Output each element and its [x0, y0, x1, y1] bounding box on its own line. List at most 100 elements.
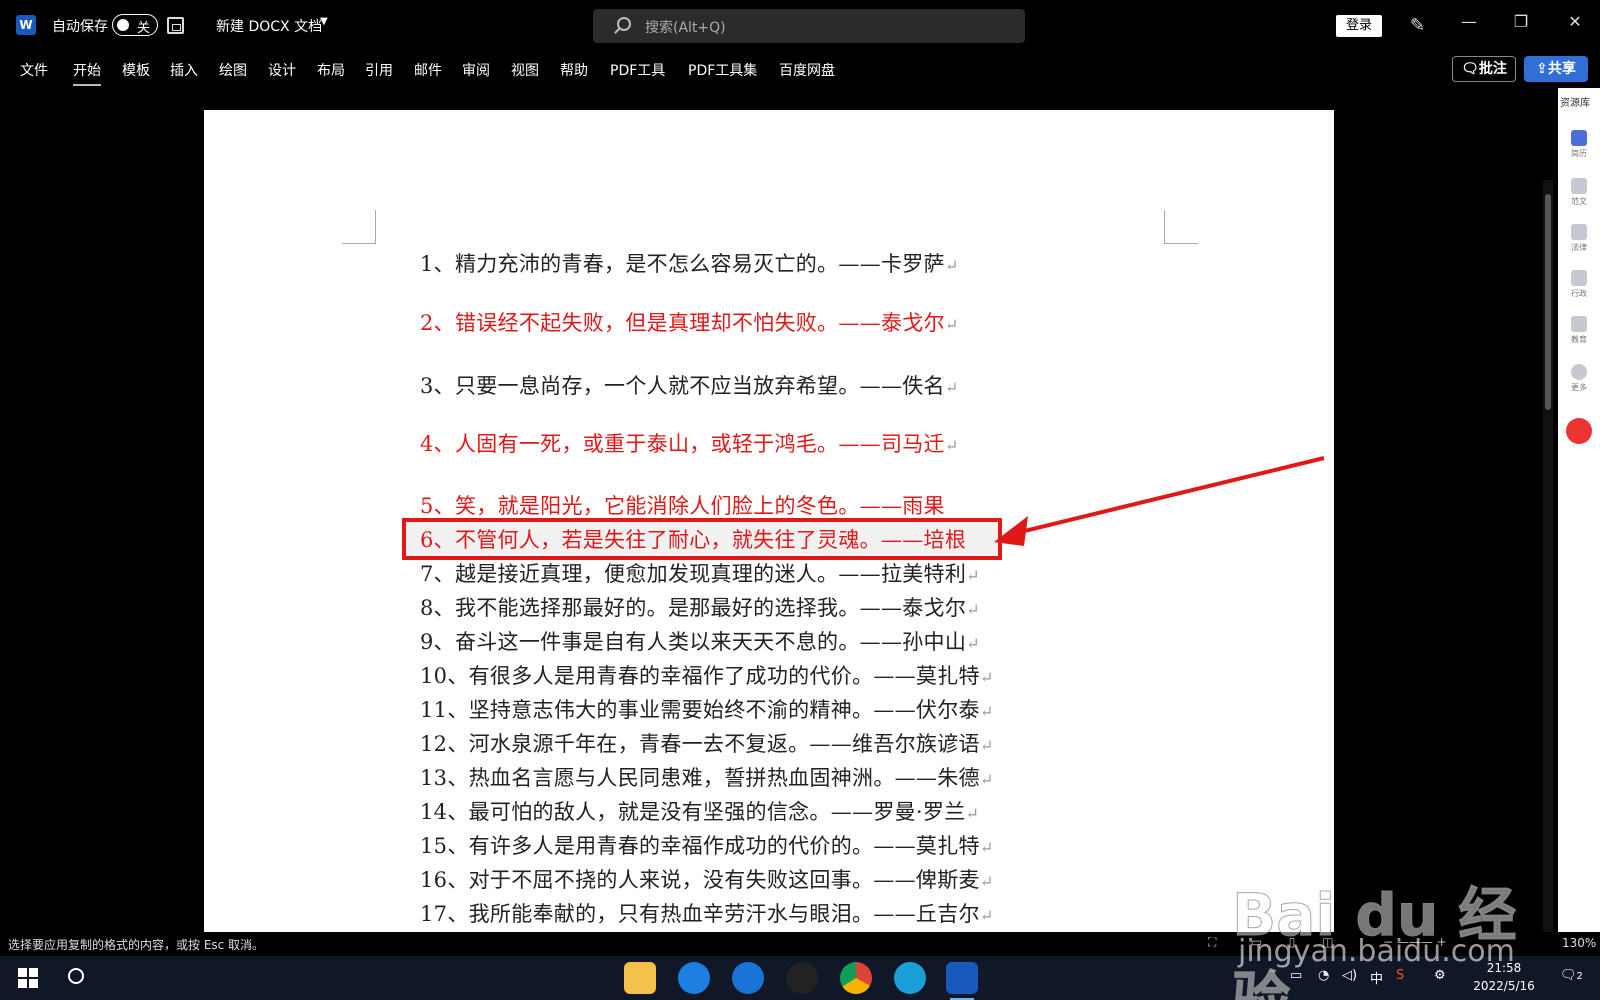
line-text: 13、热血名言愿与人民同患难，誓拼热血固神洲。——朱德 [420, 766, 980, 790]
paragraph-line[interactable]: 3、只要一息尚存，一个人就不应当放弃希望。——佚名↵ [420, 370, 959, 400]
paragraph-mark-icon: ↵ [979, 838, 994, 857]
save-icon[interactable] [167, 17, 184, 34]
word-taskbar-icon[interactable] [946, 962, 978, 1000]
law-icon [1571, 224, 1587, 240]
paragraph-line[interactable]: 15、有许多人是用青春的幸福作成功的代价的。——莫扎特↵ [420, 830, 994, 860]
sidebar-item-education[interactable]: 教育 [1568, 316, 1590, 345]
tab-layout[interactable]: 布局 [317, 60, 345, 80]
baidu-watermark: Bai du 经验 jingyan.baidu.com [1232, 828, 1532, 1000]
autosave-state: 关 [137, 21, 151, 36]
crop-mark [342, 210, 376, 244]
pen-icon[interactable]: ✎ [1410, 15, 1425, 36]
paragraph-line[interactable]: 7、越是接近真理，便愈加发现真理的迷人。——拉美特利↵ [420, 558, 980, 588]
sidebar-item-law[interactable]: 法律 [1568, 224, 1590, 253]
tab-references[interactable]: 引用 [365, 60, 393, 80]
more-icon [1571, 364, 1587, 380]
paragraph-line[interactable]: 17、我所能奉献的，只有热血辛劳汗水与眼泪。——丘吉尔↵ [420, 898, 994, 928]
scrollbar-thumb[interactable] [1545, 194, 1551, 410]
paragraph-mark-icon: ↵ [944, 436, 959, 455]
line-text: 17、我所能奉献的，只有热血辛劳汗水与眼泪。——丘吉尔 [420, 902, 980, 926]
paragraph-line[interactable]: 13、热血名言愿与人民同患难，誓拼热血固神洲。——朱德↵ [420, 762, 994, 792]
paragraph-line[interactable]: 9、奋斗这一件事是自有人类以来天天不息的。——孙中山↵ [420, 626, 980, 656]
paragraph-line[interactable]: 11、坚持意志伟大的事业需要始终不渝的精神。——伏尔泰↵ [420, 694, 994, 724]
paragraph-line[interactable]: 14、最可怕的敌人，就是没有坚强的信念。——罗曼·罗兰↵ [420, 796, 979, 826]
sidebar-item-label: 范文 [1571, 197, 1587, 206]
toggle-knob [117, 19, 129, 31]
sidebar-item-more[interactable]: 更多 [1568, 364, 1590, 393]
chevron-down-icon[interactable]: ▼ [320, 16, 328, 27]
share-label: 共享 [1547, 61, 1576, 77]
browser-e-icon[interactable] [678, 962, 710, 994]
document-page[interactable]: 1、精力充沛的青春，是不怎么容易灭亡的。——卡罗萨↵ 2、错误经不起失败，但是真… [204, 110, 1334, 932]
file-explorer-icon[interactable] [624, 962, 656, 994]
paragraph-line[interactable]: 10、有很多人是用青春的幸福作了成功的代价。——莫扎特↵ [420, 660, 994, 690]
search-app-icon[interactable] [732, 962, 764, 994]
close-icon[interactable]: ✕ [1560, 12, 1590, 31]
line-text: 7、越是接近真理，便愈加发现真理的迷人。——拉美特利 [420, 562, 967, 586]
autosave-toggle[interactable]: 关 [112, 14, 158, 36]
paragraph-mark-icon: ↵ [944, 256, 959, 275]
paragraph-line[interactable]: 1、精力充沛的青春，是不怎么容易灭亡的。——卡罗萨↵ [420, 248, 959, 278]
tab-view[interactable]: 视图 [511, 60, 539, 80]
sidebar-item-templates[interactable]: 范文 [1568, 178, 1590, 207]
sidebar-item-admin[interactable]: 行政 [1568, 270, 1590, 299]
line-text: 12、河水泉源千年在，青春一去不复返。——维吾尔族谚语 [420, 732, 980, 756]
windows-start-icon[interactable] [18, 968, 38, 988]
autosave-label: 自动保存 [52, 19, 108, 35]
document-canvas[interactable]: 1、精力充沛的青春，是不怎么容易灭亡的。——卡罗萨↵ 2、错误经不起失败，但是真… [0, 88, 1558, 932]
line-text: 5、笑，就是阳光，它能消除人们脸上的冬色。——雨果 [420, 494, 945, 518]
resume-icon [1571, 130, 1587, 146]
word-app-icon[interactable]: W [16, 15, 36, 35]
restore-icon[interactable]: ❐ [1506, 12, 1536, 31]
paragraph-mark-icon: ↵ [979, 770, 994, 789]
tab-pdf-toolset[interactable]: PDF工具集 [688, 60, 757, 80]
title-bar: W 自动保存 关 新建 DOCX 文档 ▼ 搜索(Alt+Q) 登录 ✎ — ❐… [0, 0, 1600, 52]
vertical-scrollbar[interactable] [1543, 180, 1553, 932]
document-title[interactable]: 新建 DOCX 文档 [216, 16, 322, 36]
line-text: 4、人固有一死，或重于泰山，或轻于鸿毛。——司马迁 [420, 432, 945, 456]
status-message: 选择要应用复制的格式的内容，或按 Esc 取消。 [8, 938, 265, 952]
paragraph-mark-icon: ↵ [944, 378, 959, 397]
edge-icon[interactable] [894, 962, 926, 994]
tab-design[interactable]: 设计 [268, 60, 296, 80]
paragraph-line[interactable]: 16、对于不屈不挠的人来说，没有失败这回事。——俾斯麦↵ [420, 864, 994, 894]
paragraph-line[interactable]: 5、笑，就是阳光，它能消除人们脸上的冬色。——雨果 [420, 490, 945, 520]
share-button[interactable]: ⇪共享 [1524, 56, 1588, 82]
tab-baidu-netdisk[interactable]: 百度网盘 [779, 60, 835, 80]
sidebar-item-label: 简历 [1571, 149, 1587, 158]
tab-draw[interactable]: 绘图 [219, 60, 247, 80]
tab-insert[interactable]: 插入 [170, 60, 198, 80]
sidebar-title[interactable]: 资源库 [1560, 94, 1590, 109]
taskbar-search-icon[interactable] [68, 968, 84, 984]
search-input[interactable]: 搜索(Alt+Q) [593, 9, 1025, 43]
paragraph-line[interactable]: 4、人固有一死，或重于泰山，或轻于鸿毛。——司马迁↵ [420, 428, 959, 458]
gift-icon[interactable] [1566, 418, 1592, 444]
watermark-url: jingyan.baidu.com [1238, 934, 1515, 969]
sidebar-item-resume[interactable]: 简历 [1568, 130, 1590, 159]
paragraph-mark-icon: ↵ [944, 315, 959, 334]
qq-icon[interactable] [786, 962, 818, 994]
paragraph-mark-icon: ↵ [979, 668, 994, 687]
line-text: 6、不管何人，若是失往了耐心，就失往了灵魂。——培根 [420, 528, 967, 552]
line-text: 1、精力充沛的青春，是不怎么容易灭亡的。——卡罗萨 [420, 252, 945, 276]
zoom-level[interactable]: 130% [1562, 936, 1596, 950]
login-button[interactable]: 登录 [1336, 15, 1382, 37]
search-placeholder: 搜索(Alt+Q) [645, 20, 726, 36]
tab-file[interactable]: 文件 [20, 60, 48, 80]
paragraph-line[interactable]: 8、我不能选择那最好的。是那最好的选择我。——泰戈尔↵ [420, 592, 980, 622]
line-text: 8、我不能选择那最好的。是那最好的选择我。——泰戈尔 [420, 596, 967, 620]
paragraph-line[interactable]: 2、错误经不起失败，但是真理却不怕失败。——泰戈尔↵ [420, 307, 959, 337]
tab-home[interactable]: 开始 [73, 60, 101, 86]
tab-pdf-tools[interactable]: PDF工具 [610, 60, 665, 80]
line-text: 10、有很多人是用青春的幸福作了成功的代价。——莫扎特 [420, 664, 980, 688]
minimize-icon[interactable]: — [1454, 12, 1484, 31]
paragraph-line[interactable]: 12、河水泉源千年在，青春一去不复返。——维吾尔族谚语↵ [420, 728, 994, 758]
notification-icon[interactable]: 🗨2 [1560, 968, 1583, 983]
tab-review[interactable]: 审阅 [462, 60, 490, 80]
tab-help[interactable]: 帮助 [560, 60, 588, 80]
tab-mailings[interactable]: 邮件 [414, 60, 442, 80]
tab-templates[interactable]: 模板 [122, 60, 150, 80]
comment-button[interactable]: 🗨批注 [1452, 56, 1516, 82]
chrome-icon[interactable] [840, 962, 872, 994]
paragraph-line-selected[interactable]: 6、不管何人，若是失往了耐心，就失往了灵魂。——培根 [420, 524, 966, 554]
